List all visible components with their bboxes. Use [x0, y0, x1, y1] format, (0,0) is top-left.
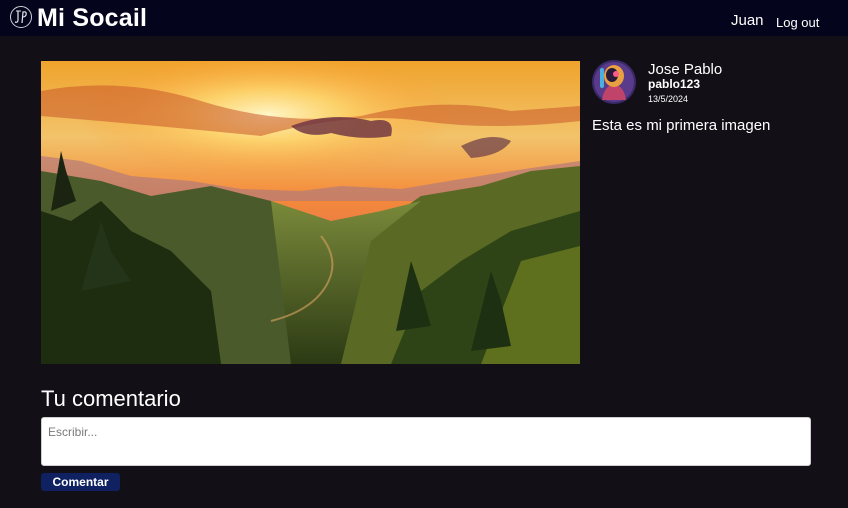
author-name[interactable]: Jose Pablo [648, 61, 722, 78]
post-image [41, 61, 580, 364]
current-user-name: Juan [731, 12, 764, 29]
post-date: 13/5/2024 [648, 94, 689, 104]
brand-title[interactable]: Mi Socail [37, 4, 147, 32]
logout-link[interactable]: Log out [776, 15, 819, 31]
robot-avatar-icon [592, 60, 636, 104]
author-handle[interactable]: pablo123 [648, 77, 700, 91]
comment-input[interactable] [41, 417, 811, 466]
author-avatar[interactable] [592, 60, 636, 104]
navbar: Mi Socail Juan Log out [0, 0, 848, 36]
comment-submit-button[interactable]: Comentar [41, 473, 120, 491]
post-caption: Esta es mi primera imagen [592, 117, 771, 134]
jp-logo-icon[interactable] [10, 6, 32, 28]
comment-heading: Tu comentario [41, 386, 181, 411]
